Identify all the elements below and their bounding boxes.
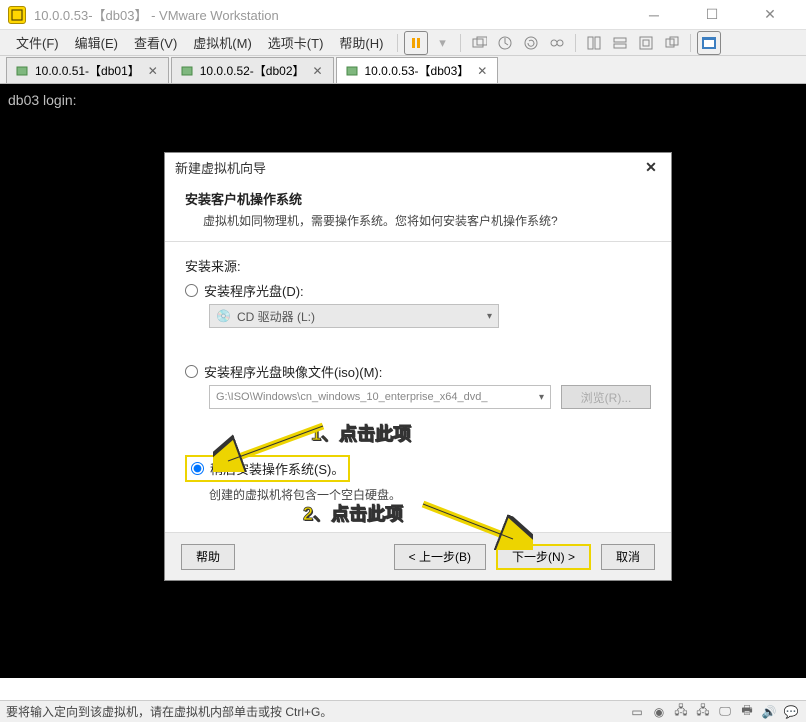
- vm-icon: [15, 64, 29, 78]
- snapshot-icon[interactable]: [493, 31, 517, 55]
- browse-button[interactable]: 浏览(R)...: [561, 385, 651, 409]
- snapshot-revert-icon[interactable]: [519, 31, 543, 55]
- nic2-icon[interactable]: 🖧: [694, 704, 712, 720]
- tab-db03[interactable]: 10.0.0.53-【db03】 ✕: [336, 57, 499, 83]
- display-icon[interactable]: 🖵: [716, 704, 734, 720]
- fullscreen-button[interactable]: [697, 31, 721, 55]
- tabbar: 10.0.0.51-【db01】 ✕ 10.0.0.52-【db02】 ✕ 10…: [0, 56, 806, 84]
- menu-file[interactable]: 文件(F): [8, 30, 67, 55]
- window-controls: ─ ☐ ✕: [634, 4, 790, 26]
- app-icon: [8, 6, 26, 24]
- statusbar: 要将输入定向到该虚拟机，请在虚拟机内部单击或按 Ctrl+G。 ▭ ◉ 🖧 🖧 …: [0, 700, 806, 722]
- radio-installer-disc[interactable]: [185, 284, 198, 297]
- new-vm-wizard-dialog: 新建虚拟机向导 ✕ 安装客户机操作系统 虚拟机如同物理机，需要操作系统。您将如何…: [164, 152, 672, 581]
- menu-vm[interactable]: 虚拟机(M): [185, 30, 260, 55]
- menu-edit[interactable]: 编辑(E): [67, 30, 126, 55]
- chevron-down-icon: ▾: [487, 311, 492, 322]
- thumbnail-icon[interactable]: [608, 31, 632, 55]
- radio-installer-disc-label: 安装程序光盘(D):: [204, 281, 304, 300]
- help-button[interactable]: 帮助: [181, 544, 235, 570]
- annotation-step2: 2、点击此项: [303, 500, 403, 526]
- maximize-button[interactable]: ☐: [692, 4, 732, 26]
- later-note: 创建的虚拟机将包含一个空白硬盘。: [209, 486, 651, 503]
- tab-close-icon[interactable]: ✕: [475, 64, 489, 78]
- radio-iso-file-label: 安装程序光盘映像文件(iso)(M):: [204, 362, 382, 381]
- send-ctrl-alt-del-icon[interactable]: [467, 31, 491, 55]
- printer-icon[interactable]: 🖶: [738, 704, 756, 720]
- radio-install-later[interactable]: [191, 462, 204, 475]
- vm-icon: [180, 64, 194, 78]
- cd-icon[interactable]: ◉: [650, 704, 668, 720]
- chevron-down-icon: ▾: [539, 392, 544, 403]
- cd-drive-select[interactable]: 💿 CD 驱动器 (L:) ▾: [209, 304, 499, 328]
- next-button[interactable]: 下一步(N) >: [496, 544, 591, 570]
- status-hint: 要将输入定向到该虚拟机，请在虚拟机内部单击或按 Ctrl+G。: [6, 703, 332, 720]
- menubar: 文件(F) 编辑(E) 查看(V) 虚拟机(M) 选项卡(T) 帮助(H) ▾: [0, 30, 806, 56]
- terminal-line: db03 login:: [8, 92, 798, 108]
- menu-help[interactable]: 帮助(H): [331, 30, 391, 55]
- back-button[interactable]: < 上一步(B): [394, 544, 486, 570]
- snapshot-manager-icon[interactable]: [545, 31, 569, 55]
- dialog-subheading: 虚拟机如同物理机，需要操作系统。您将如何安装客户机操作系统?: [185, 212, 651, 229]
- disc-icon: 💿: [216, 309, 231, 323]
- window-titlebar: 10.0.0.53-【db03】 - VMware Workstation ─ …: [0, 0, 806, 30]
- tab-close-icon[interactable]: ✕: [146, 64, 160, 78]
- window-title: 10.0.0.53-【db03】 - VMware Workstation: [34, 5, 634, 24]
- nic-icon[interactable]: 🖧: [672, 704, 690, 720]
- dialog-title: 新建虚拟机向导: [175, 158, 266, 177]
- dialog-heading: 安装客户机操作系统: [185, 189, 651, 208]
- vm-icon: [345, 64, 359, 78]
- stretch-icon[interactable]: [634, 31, 658, 55]
- radio-install-later-label: 稍后安装操作系统(S)。: [210, 459, 344, 478]
- dialog-close-button[interactable]: ✕: [641, 157, 661, 177]
- close-button[interactable]: ✕: [750, 4, 790, 26]
- source-label: 安装来源:: [185, 256, 651, 275]
- radio-iso-file[interactable]: [185, 365, 198, 378]
- msg-icon[interactable]: 💬: [782, 704, 800, 720]
- hdd-icon[interactable]: ▭: [628, 704, 646, 720]
- tab-close-icon[interactable]: ✕: [311, 64, 325, 78]
- unity-icon[interactable]: [582, 31, 606, 55]
- tab-db01[interactable]: 10.0.0.51-【db01】 ✕: [6, 57, 169, 83]
- menu-view[interactable]: 查看(V): [126, 30, 185, 55]
- tab-db02[interactable]: 10.0.0.52-【db02】 ✕: [171, 57, 334, 83]
- cancel-button[interactable]: 取消: [601, 544, 655, 570]
- status-device-icons: ▭ ◉ 🖧 🖧 🖵 🖶 🔊 💬: [628, 704, 800, 720]
- pause-button[interactable]: [404, 31, 428, 55]
- menu-tab[interactable]: 选项卡(T): [260, 30, 332, 55]
- power-dropdown[interactable]: ▾: [430, 31, 454, 55]
- sound-icon[interactable]: 🔊: [760, 704, 778, 720]
- quick-switch-icon[interactable]: [660, 31, 684, 55]
- minimize-button[interactable]: ─: [634, 4, 674, 26]
- iso-path-select[interactable]: G:\ISO\Windows\cn_windows_10_enterprise_…: [209, 385, 551, 409]
